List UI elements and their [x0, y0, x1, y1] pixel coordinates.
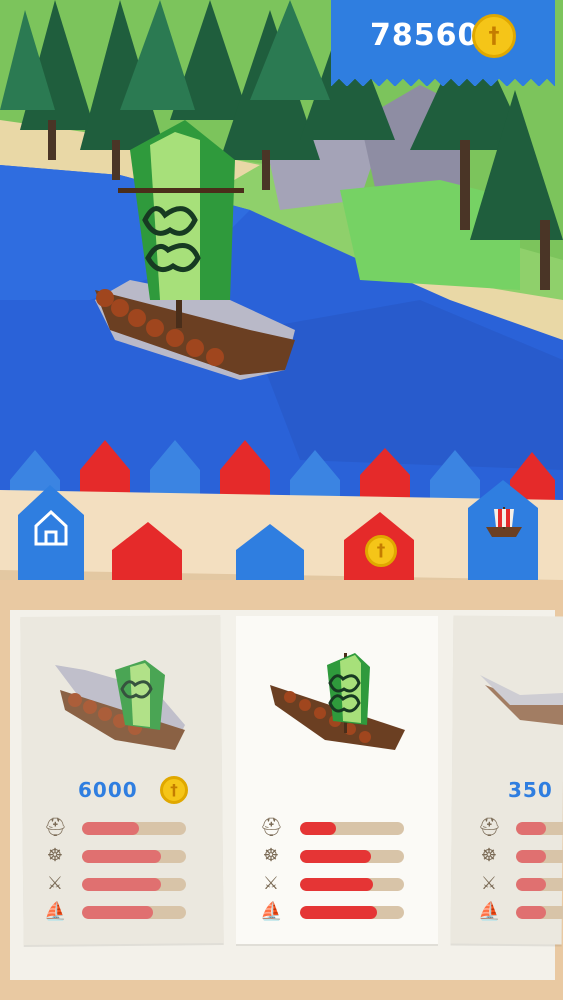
crossed-axes-icon: ⚔	[262, 873, 280, 894]
stat-bar	[300, 850, 404, 863]
stat-bar	[516, 850, 563, 863]
stat-bar	[82, 906, 186, 919]
stat-bar	[516, 878, 563, 891]
ship-wheel-icon: ☸	[46, 845, 64, 866]
stat-bar	[300, 906, 404, 919]
stat-bar	[82, 850, 186, 863]
stat-bar	[82, 878, 186, 891]
ship-preview-2	[270, 653, 405, 750]
helmet-icon: ⛑	[44, 817, 67, 838]
crossed-axes-icon: ⚔	[480, 873, 498, 894]
crossed-axes-icon: ⚔	[46, 873, 64, 894]
ship-preview-1	[55, 660, 185, 750]
ship-price-1: 6000	[78, 778, 138, 802]
viking-ship-icon	[486, 507, 522, 537]
stat-bar	[516, 906, 563, 919]
coin-count: 785601	[370, 18, 502, 53]
coin-icon: †	[160, 776, 188, 804]
ship-wheel-icon: ☸	[480, 845, 498, 866]
stat-bar-fill	[82, 906, 153, 919]
stat-bar-fill	[300, 850, 371, 863]
sail-icon: ⛵	[44, 901, 67, 922]
ship-preview-3	[480, 675, 563, 725]
stat-bar-fill	[516, 906, 546, 919]
stat-bar-fill	[82, 822, 140, 835]
stat-bar-fill	[516, 822, 546, 835]
stat-bar-fill	[82, 878, 162, 891]
stat-bar-fill	[516, 850, 546, 863]
stat-bar	[516, 822, 563, 835]
coin-icon: †	[472, 14, 516, 58]
stat-bar-fill	[82, 850, 162, 863]
tab-strip	[0, 440, 563, 590]
stat-bar-fill	[300, 878, 373, 891]
coin-icon: †	[365, 535, 397, 567]
helmet-icon: ⛑	[260, 817, 283, 838]
stat-bar-fill	[300, 822, 337, 835]
sail-icon: ⛵	[478, 901, 501, 922]
stat-bar-fill	[300, 906, 377, 919]
stat-bar-fill	[516, 878, 546, 891]
ship-wheel-icon: ☸	[262, 845, 280, 866]
stat-bar	[300, 822, 404, 835]
ship-price-3: 350	[508, 778, 553, 802]
helmet-icon: ⛑	[478, 817, 501, 838]
stat-bar	[82, 822, 186, 835]
sail-icon: ⛵	[260, 901, 283, 922]
stat-bar	[300, 878, 404, 891]
